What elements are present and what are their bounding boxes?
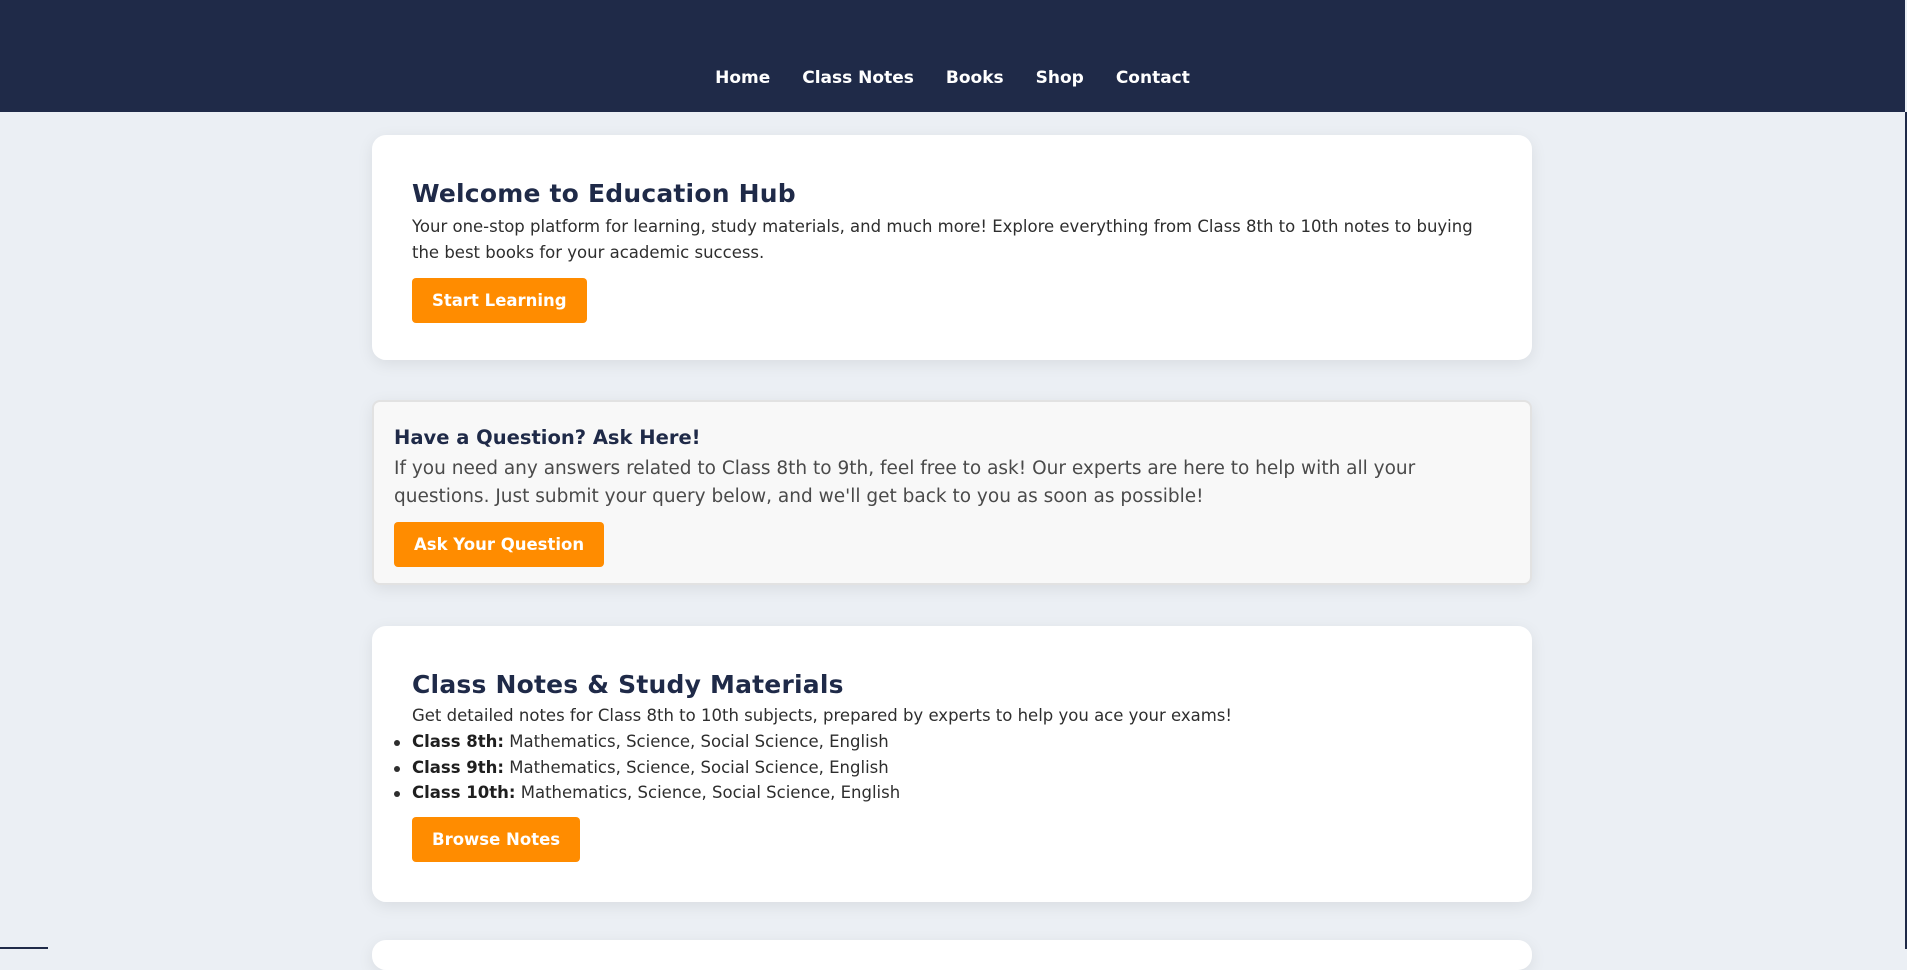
hero-description: Your one-stop platform for learning, stu… <box>412 214 1492 266</box>
ask-question-button[interactable]: Ask Your Question <box>394 522 604 567</box>
ask-title: Have a Question? Ask Here! <box>394 426 1510 449</box>
ask-question-card: Have a Question? Ask Here! If you need a… <box>372 400 1532 585</box>
next-section-card <box>372 940 1532 970</box>
class-subjects: Mathematics, Science, Social Science, En… <box>515 783 900 802</box>
class-list: Class 8th: Mathematics, Science, Social … <box>412 729 1492 806</box>
site-header: Home Class Notes Books Shop Contact <box>0 0 1905 112</box>
notes-title: Class Notes & Study Materials <box>412 670 1492 699</box>
class-label: Class 9th: <box>412 758 504 777</box>
class-subjects: Mathematics, Science, Social Science, En… <box>504 758 889 777</box>
class-label: Class 8th: <box>412 732 504 751</box>
class-subjects: Mathematics, Science, Social Science, En… <box>504 732 889 751</box>
notes-description: Get detailed notes for Class 8th to 10th… <box>412 703 1492 729</box>
class-label: Class 10th: <box>412 783 515 802</box>
hero-title: Welcome to Education Hub <box>412 179 1492 208</box>
nav-books-link[interactable]: Books <box>930 66 1020 90</box>
nav-shop-link[interactable]: Shop <box>1020 66 1100 90</box>
list-item: Class 10th: Mathematics, Science, Social… <box>412 780 1492 806</box>
nav-class-notes-link[interactable]: Class Notes <box>786 66 930 90</box>
nav-contact-link[interactable]: Contact <box>1100 66 1206 90</box>
ask-description: If you need any answers related to Class… <box>394 455 1510 511</box>
browse-notes-button[interactable]: Browse Notes <box>412 817 580 862</box>
list-item: Class 9th: Mathematics, Science, Social … <box>412 755 1492 781</box>
nav-home-link[interactable]: Home <box>699 66 786 90</box>
class-notes-card: Class Notes & Study Materials Get detail… <box>372 626 1532 902</box>
main-nav: Home Class Notes Books Shop Contact <box>0 66 1905 90</box>
hero-card: Welcome to Education Hub Your one-stop p… <box>372 135 1532 360</box>
start-learning-button[interactable]: Start Learning <box>412 278 587 323</box>
list-item: Class 8th: Mathematics, Science, Social … <box>412 729 1492 755</box>
